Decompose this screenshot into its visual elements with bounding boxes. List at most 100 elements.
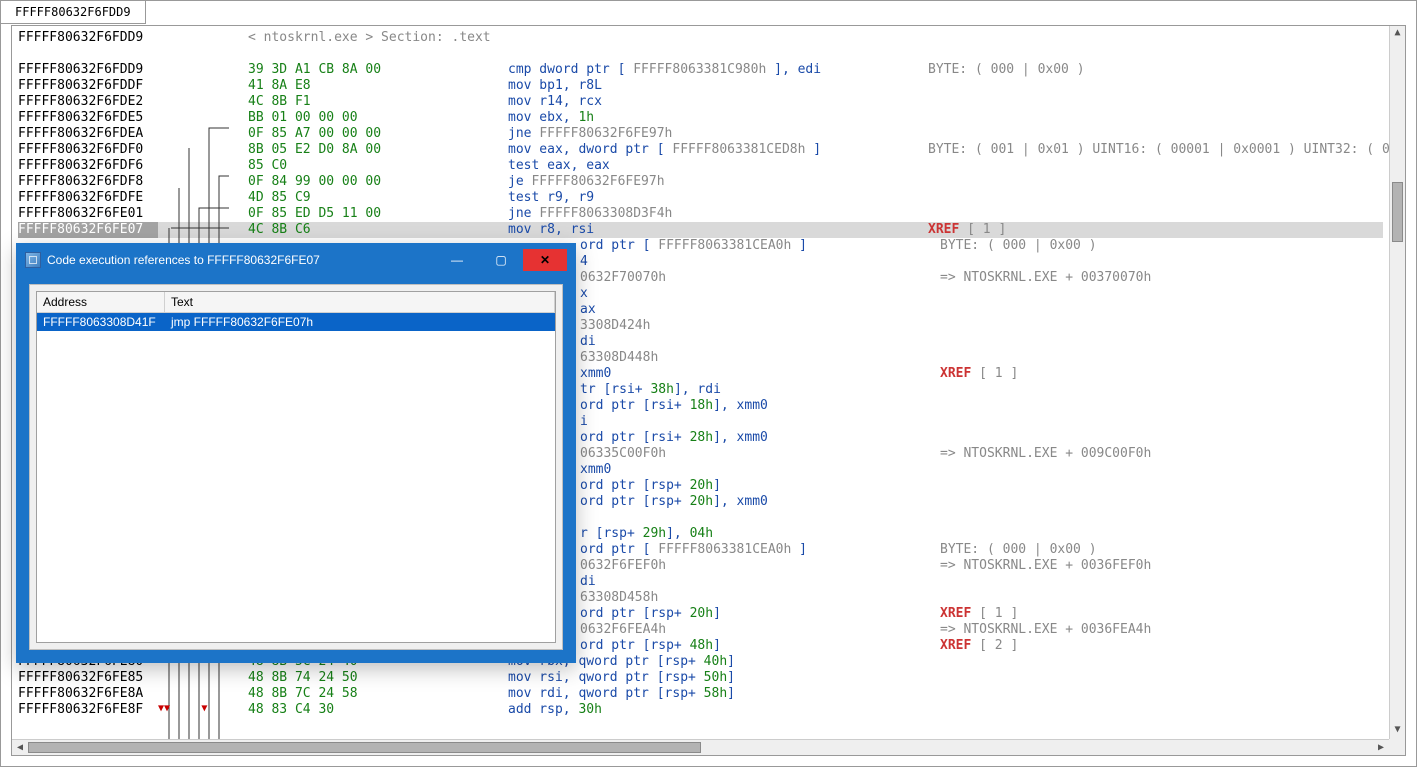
- comment-cell: BYTE: ( 000 | 0x00 ): [940, 542, 1097, 557]
- vscroll-thumb[interactable]: [1392, 182, 1403, 242]
- xref-label[interactable]: XREF: [940, 366, 971, 381]
- dialog-titlebar[interactable]: Code execution references to FFFFF80632F…: [19, 246, 573, 274]
- instruction-cell: tr [rsi+ 38h], rdi: [580, 382, 940, 398]
- dialog-title: Code execution references to FFFFF80632F…: [47, 253, 435, 267]
- bytes-cell: 4C 8B F1: [248, 94, 508, 110]
- instruction-cell: ord ptr [rsp+ 20h]: [580, 478, 940, 494]
- list-item[interactable]: FFFFF8063308D41Fjmp FFFFF80632F6FE07h: [37, 313, 555, 331]
- disasm-row[interactable]: FFFFF80632F6FDE2 4C 8B F1mov r14, rcx: [18, 94, 1383, 110]
- bytes-cell: BB 01 00 00 00: [248, 110, 508, 126]
- instruction-cell: mov ebx, 1h: [508, 110, 928, 126]
- tab-title[interactable]: FFFFF80632F6FDD9: [1, 1, 146, 24]
- address-cell: FFFFF80632F6FDDF: [18, 78, 158, 94]
- column-header-text[interactable]: Text: [165, 292, 555, 312]
- scroll-down-icon[interactable]: ▼: [1390, 723, 1405, 739]
- disasm-row[interactable]: FFFFF80632F6FE8F▼▼ ▼48 83 C4 30add rsp, …: [18, 702, 1383, 718]
- address-cell: FFFFF80632F6FE8F: [18, 702, 158, 718]
- disasm-row[interactable]: FFFFF80632F6FDF80F 84 99 00 00 00je FFFF…: [18, 174, 1383, 190]
- address-cell: FFFFF80632F6FDE2: [18, 94, 158, 110]
- instruction-cell: di: [580, 574, 940, 590]
- bytes-cell: 48 8B 74 24 50: [248, 670, 508, 686]
- vscroll-track[interactable]: [1392, 42, 1403, 723]
- hscroll-thumb[interactable]: [28, 742, 701, 753]
- disasm-row[interactable]: FFFFF80632F6FE85 48 8B 74 24 50mov rsi, q…: [18, 670, 1383, 686]
- instruction-cell: 4: [580, 254, 940, 270]
- dialog-body: Address Text FFFFF8063308D41Fjmp FFFFF80…: [19, 274, 573, 660]
- comment-cell: => NTOSKRNL.EXE + 00370070h: [940, 270, 1151, 285]
- instruction-cell: r [rsp+ 29h], 04h: [580, 526, 940, 542]
- instruction-cell: mov bp1, r8L: [508, 78, 928, 94]
- instruction-cell: jne FFFFF8063308D3F4h: [508, 206, 928, 222]
- bytes-cell: 0F 85 ED D5 11 00: [248, 206, 508, 222]
- instruction-cell: mov r14, rcx: [508, 94, 928, 110]
- disasm-row[interactable]: FFFFF80632F6FDDF 41 8A E8mov bp1, r8L: [18, 78, 1383, 94]
- xref-label[interactable]: XREF: [940, 606, 971, 621]
- instruction-cell: 0632F70070h: [580, 270, 940, 286]
- instruction-cell: i: [580, 414, 940, 430]
- instruction-cell: 63308D458h: [580, 590, 940, 606]
- disasm-row[interactable]: FFFFF80632F6FDEA 0F 85 A7 00 00 00jne FFF…: [18, 126, 1383, 142]
- bytes-cell: 0F 84 99 00 00 00: [248, 174, 508, 190]
- minimize-button[interactable]: —: [435, 249, 479, 271]
- maximize-button[interactable]: ▢: [479, 249, 523, 271]
- comment-cell: BYTE: ( 001 | 0x01 ) UINT16: ( 00001 | 0…: [928, 142, 1389, 157]
- vertical-scrollbar[interactable]: ▲ ▼: [1389, 26, 1405, 739]
- instruction-cell: ord ptr [rsi+ 28h], xmm0: [580, 430, 940, 446]
- instruction-cell: jne FFFFF80632F6FE97h: [508, 126, 928, 142]
- instruction-cell: add rsp, 30h: [508, 702, 928, 718]
- address-cell: FFFFF80632F6FDF8: [18, 174, 158, 190]
- comment-cell: => NTOSKRNL.EXE + 0036FEF0h: [940, 558, 1151, 573]
- listview-header[interactable]: Address Text: [37, 292, 555, 313]
- instruction-cell: mov r8, rsi: [508, 222, 928, 238]
- disasm-row[interactable]: FFFFF80632F6FE8A 48 8B 7C 24 58mov rdi, q…: [18, 686, 1383, 702]
- disasm-row[interactable]: FFFFF80632F6FDD9< ntoskrnl.exe > Section…: [18, 30, 1383, 46]
- bytes-cell: 0F 85 A7 00 00 00: [248, 126, 508, 142]
- instruction-cell: di: [580, 334, 940, 350]
- close-button[interactable]: ✕: [523, 249, 567, 271]
- address-cell: FFFFF80632F6FDD9: [18, 62, 158, 78]
- disasm-row[interactable]: FFFFF80632F6FDD939 3D A1 CB 8A 00cmp dwo…: [18, 62, 1383, 78]
- instruction-cell: test r9, r9: [508, 190, 928, 206]
- xref-listview[interactable]: Address Text FFFFF8063308D41Fjmp FFFFF80…: [36, 291, 556, 643]
- disasm-row[interactable]: FFFFF80632F6FDE5 BB 01 00 00 00mov ebx, 1…: [18, 110, 1383, 126]
- disasm-row[interactable]: FFFFF80632F6FDFE4D 85 C9test r9, r9: [18, 190, 1383, 206]
- instruction-cell: ord ptr [rsi+ 18h], xmm0: [580, 398, 940, 414]
- xref-label[interactable]: XREF: [940, 638, 971, 653]
- instruction-cell: mov rsi, qword ptr [rsp+ 50h]: [508, 670, 928, 686]
- bytes-cell: 4C 8B C6: [248, 222, 508, 238]
- xref-dialog[interactable]: Code execution references to FFFFF80632F…: [16, 243, 576, 663]
- instruction-cell: xmm0: [580, 462, 940, 478]
- scroll-right-icon[interactable]: ▶: [1373, 742, 1389, 753]
- instruction-cell: ord ptr [ FFFFF8063381CEA0h ]: [580, 238, 940, 254]
- address-cell: FFFFF80632F6FDE5: [18, 110, 158, 126]
- disasm-row[interactable]: FFFFF80632F6FDF08B 05 E2 D0 8A 00mov eax…: [18, 142, 1383, 158]
- disasm-row[interactable]: FFFFF80632F6FDF685 C0test eax, eax: [18, 158, 1383, 174]
- bytes-cell: 41 8A E8: [248, 78, 508, 94]
- hscroll-track[interactable]: [28, 740, 1373, 755]
- column-header-address[interactable]: Address: [37, 292, 165, 312]
- xref-label[interactable]: XREF: [928, 222, 959, 237]
- address-cell: FFFFF80632F6FE8A: [18, 686, 158, 702]
- bytes-cell: 8B 05 E2 D0 8A 00: [248, 142, 508, 158]
- comment-cell: => NTOSKRNL.EXE + 009C00F0h: [940, 446, 1151, 461]
- scroll-up-icon[interactable]: ▲: [1390, 26, 1405, 42]
- instruction-cell: 0632F6FEA4h: [580, 622, 940, 638]
- horizontal-scrollbar[interactable]: ◀ ▶: [12, 739, 1389, 755]
- instruction-cell: 06335C00F0h: [580, 446, 940, 462]
- comment-cell: => NTOSKRNL.EXE + 0036FEA4h: [940, 622, 1151, 637]
- disasm-row[interactable]: FFFFF80632F6FE074C 8B C6mov r8, rsiXREF …: [18, 222, 1383, 238]
- disasm-row[interactable]: FFFFF80632F6FE010F 85 ED D5 11 00jne FFF…: [18, 206, 1383, 222]
- scroll-corner: [1389, 739, 1405, 755]
- scroll-left-icon[interactable]: ◀: [12, 742, 28, 753]
- address-cell: FFFFF80632F6FDF0: [18, 142, 158, 158]
- dialog-inner: Address Text FFFFF8063308D41Fjmp FFFFF80…: [29, 284, 563, 650]
- address-cell: FFFFF80632F6FDFE: [18, 190, 158, 206]
- instruction-cell: mov rdi, qword ptr [rsp+ 58h]: [508, 686, 928, 702]
- comment-cell: BYTE: ( 000 | 0x00 ): [940, 238, 1097, 253]
- bytes-cell: 85 C0: [248, 158, 508, 174]
- address-cell: FFFFF80632F6FDEA: [18, 126, 158, 142]
- instruction-cell: xmm0: [580, 366, 940, 382]
- bytes-cell: 48 8B 7C 24 58: [248, 686, 508, 702]
- disasm-row[interactable]: [18, 46, 1383, 62]
- address-cell: FFFFF80632F6FE85: [18, 670, 158, 686]
